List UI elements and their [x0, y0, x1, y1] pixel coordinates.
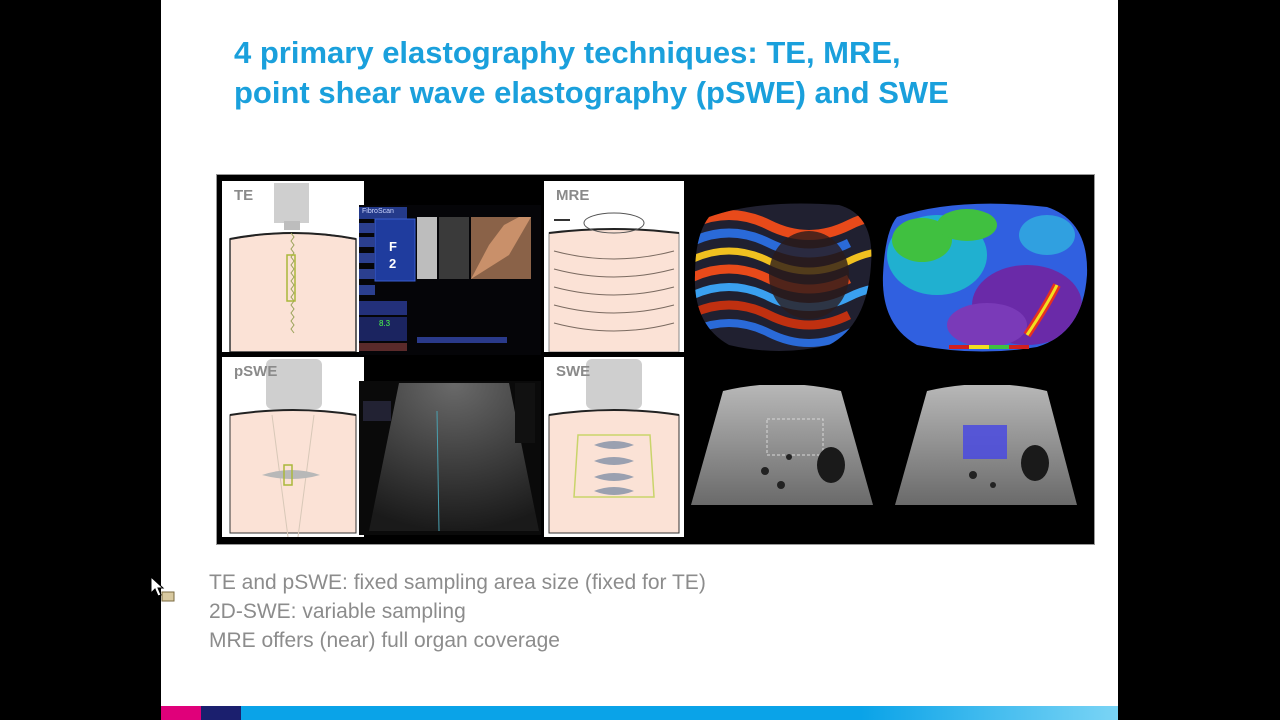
swe-label: SWE: [556, 363, 591, 380]
footer-color-bar: [161, 706, 1118, 720]
bullet-list: TE and pSWE: fixed sampling area size (f…: [209, 568, 706, 655]
mre-diagram: [548, 212, 680, 352]
fibroscan-value-line-2: 2: [389, 256, 397, 271]
swe-elastogram-image: [877, 385, 1091, 515]
bullet-item: 2D-SWE: variable sampling: [209, 600, 466, 623]
te-schematic-panel: TE: [222, 181, 364, 352]
swe-elastogram: [895, 385, 1077, 505]
te-label: TE: [234, 187, 254, 204]
mre-wave-map: [694, 203, 872, 351]
slide-title-line-1: 4 primary elastography techniques: TE, M…: [234, 35, 901, 70]
slide-title-line-2: point shear wave elastography (pSWE) and…: [234, 75, 949, 110]
mre-label: MRE: [556, 187, 590, 204]
slide-title: 4 primary elastography techniques: TE, M…: [234, 33, 949, 113]
bullet-item: MRE offers (near) full organ coverage: [209, 629, 560, 652]
te-diagram: [229, 183, 357, 352]
pswe-diagram: [229, 359, 357, 537]
slide: 4 primary elastography techniques: TE, M…: [161, 0, 1118, 720]
mouse-cursor-icon: [150, 576, 175, 602]
swe-bmode: [691, 385, 873, 505]
bullet-item: TE and pSWE: fixed sampling area size (f…: [209, 571, 706, 594]
swe-diagram: [548, 359, 680, 534]
fibroscan-screen: FibroScan F 2 8.3: [359, 205, 541, 355]
pswe-label: pSWE: [234, 363, 278, 380]
fibroscan-reading: 8.3: [379, 319, 391, 328]
mre-stiffness-map: [882, 203, 1088, 352]
pswe-ultrasound: [363, 383, 539, 532]
pswe-schematic-panel: pSWE: [222, 357, 364, 537]
mre-elastogram: [877, 195, 1091, 355]
fibroscan-value-line-1: F: [389, 239, 397, 254]
swe-schematic-panel: SWE: [544, 357, 684, 537]
swe-bmode-image: [689, 385, 875, 515]
fibroscan-brand: FibroScan: [362, 208, 394, 215]
mre-wave-image: [689, 195, 875, 355]
mre-schematic-panel: MRE: [544, 181, 684, 352]
elastography-figure: TE FibroScan F 2 8.3 MRE pSWE SWE: [216, 174, 1095, 545]
fibroscan-display: [359, 207, 531, 351]
pswe-ultrasound-image: [359, 381, 541, 535]
